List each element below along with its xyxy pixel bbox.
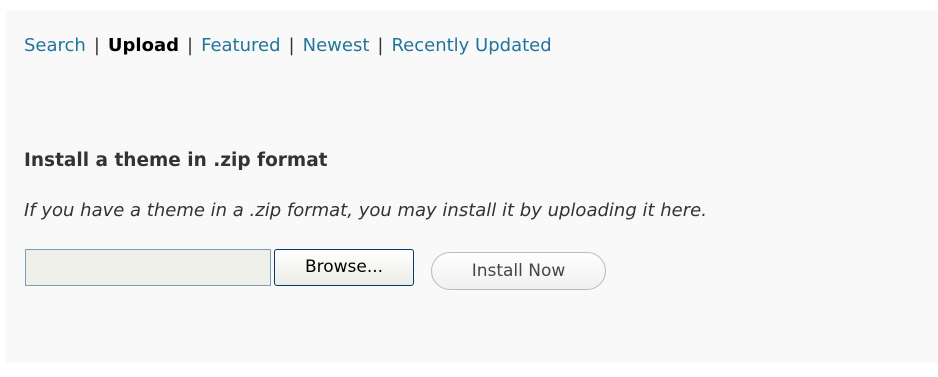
subnav-separator: |: [93, 35, 100, 56]
subnav-separator: |: [288, 35, 295, 56]
file-path-field[interactable]: [25, 249, 271, 286]
theme-install-subnav: Search | Upload | Featured | Newest | Recently U…: [24, 35, 552, 57]
subnav-separator: |: [377, 35, 384, 56]
subnav-link-newest[interactable]: Newest: [303, 35, 370, 56]
content-panel: [6, 10, 938, 363]
subnav-separator: |: [187, 35, 194, 56]
install-now-button[interactable]: Install Now: [431, 252, 606, 290]
subnav-current-upload: Upload: [107, 35, 179, 56]
subnav-link-featured[interactable]: Featured: [201, 35, 280, 56]
upload-heading: Install a theme in .zip format: [24, 150, 328, 171]
subnav-link-recently-updated[interactable]: Recently Updated: [391, 35, 551, 56]
upload-description: If you have a theme in a .zip format, yo…: [24, 200, 707, 221]
subnav-link-search[interactable]: Search: [24, 35, 86, 56]
browse-button[interactable]: Browse...: [274, 249, 414, 286]
